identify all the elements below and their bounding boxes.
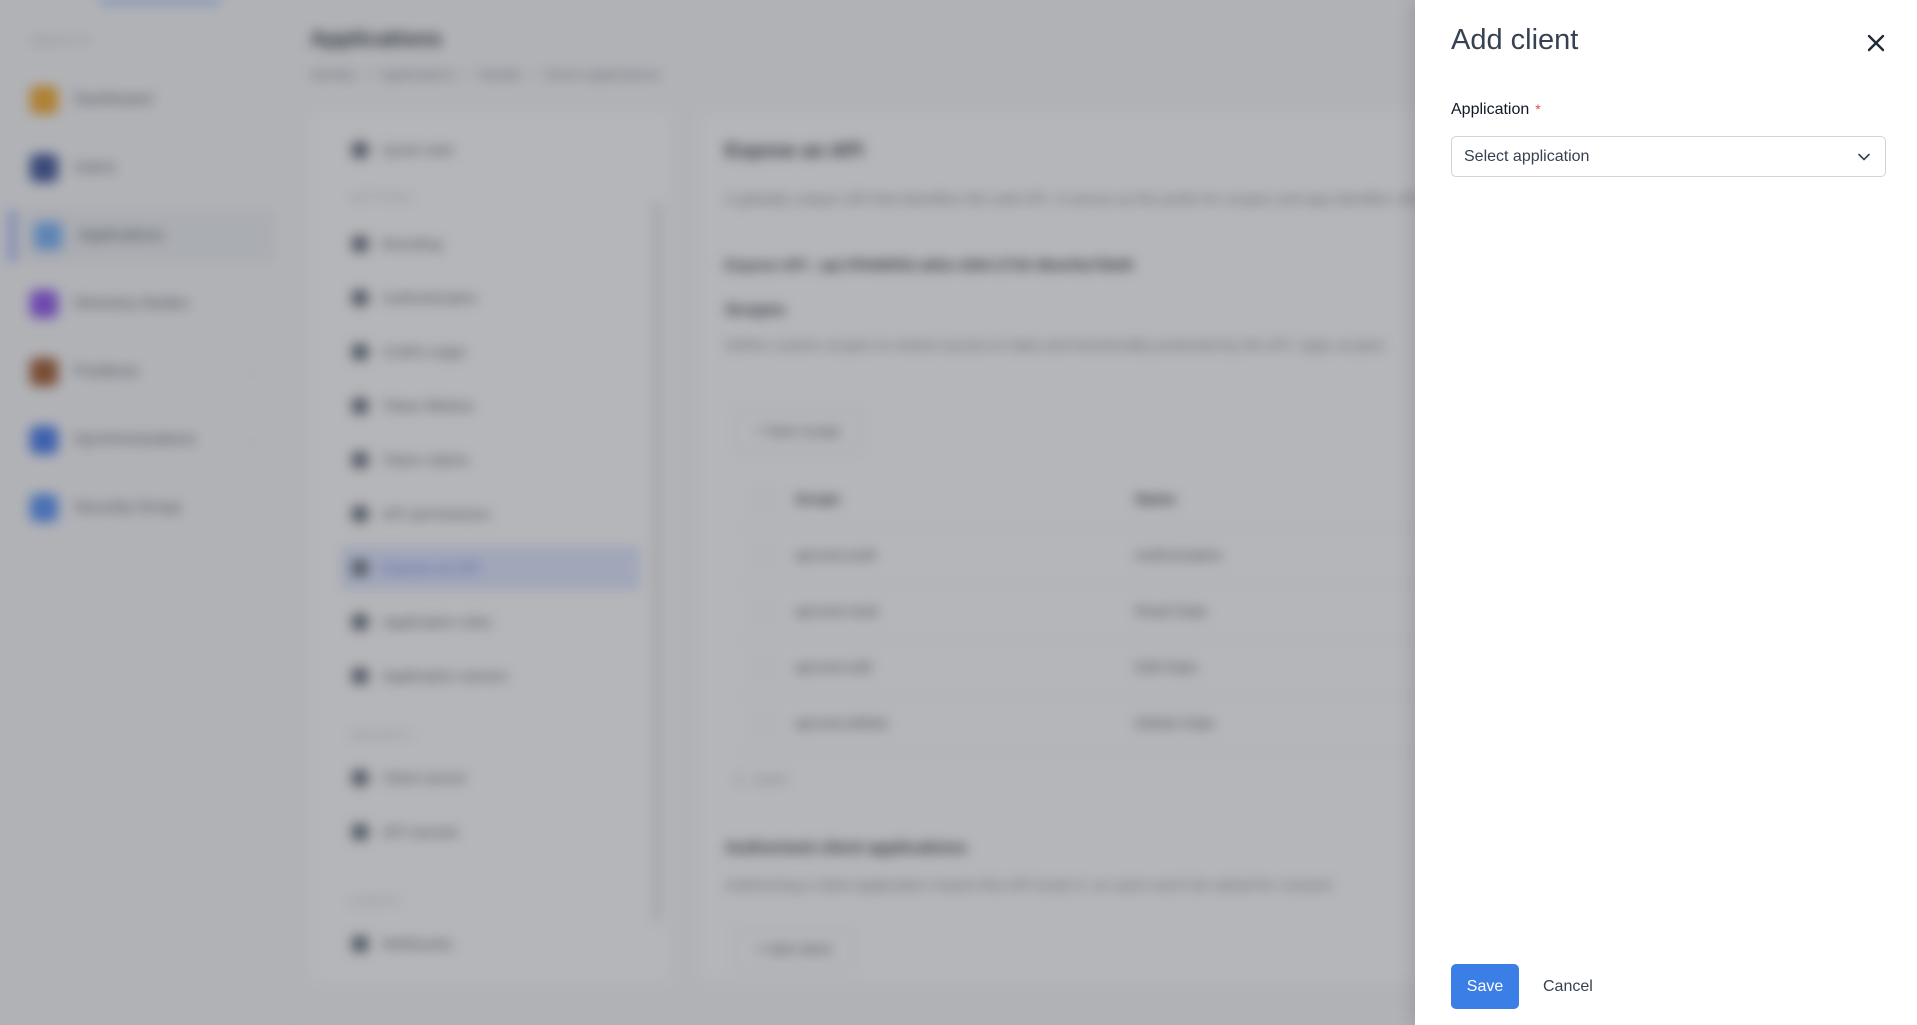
application-field-label: Application * [1451,101,1541,119]
chevron-down-icon [1858,153,1870,160]
field-label-text: Application [1451,101,1530,118]
drawer-footer: Save Cancel [1451,964,1593,1009]
application-select[interactable]: Select application [1451,136,1886,177]
cancel-button[interactable]: Cancel [1543,978,1593,996]
add-client-drawer: Add client Application * Select applicat… [1415,0,1917,1025]
save-button[interactable]: Save [1451,964,1519,1009]
select-placeholder: Select application [1464,147,1590,165]
required-mark: * [1535,101,1541,117]
close-button[interactable] [1861,28,1891,58]
drawer-title: Add client [1451,24,1579,56]
close-icon [1867,34,1885,52]
